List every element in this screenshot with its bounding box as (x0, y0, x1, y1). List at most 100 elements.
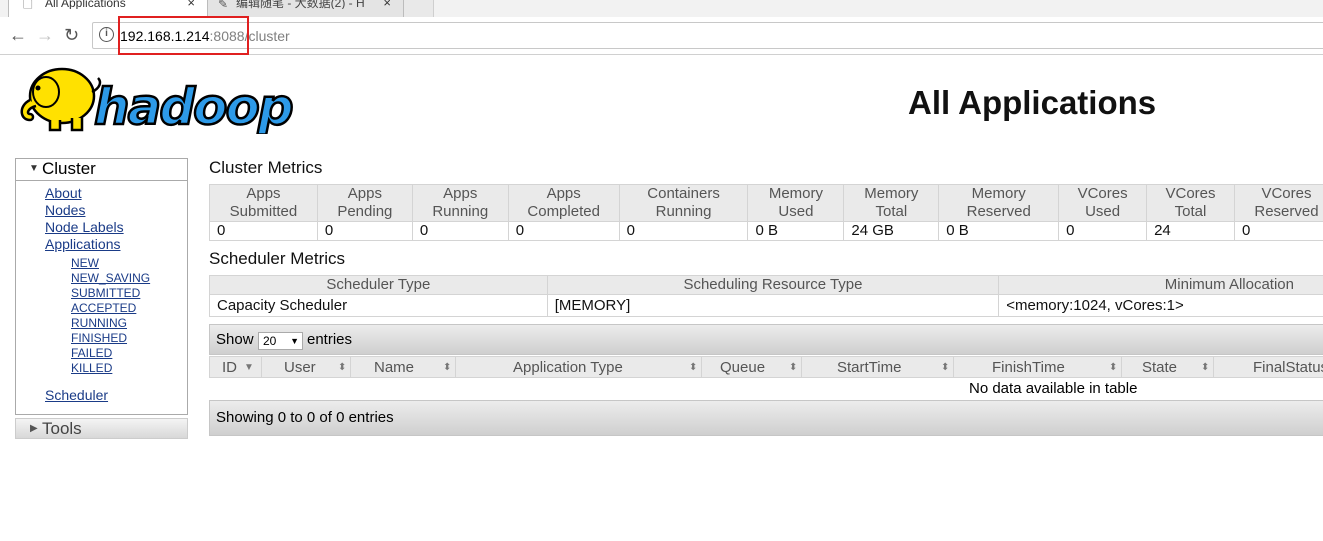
page-icon: 🗋 (23, 0, 33, 11)
info-icon[interactable]: i (99, 27, 114, 42)
sort-icon: ⬍ (689, 362, 698, 373)
sort-icon: ⬍ (941, 362, 950, 373)
metric-header: Apps Pending (316, 184, 413, 222)
sidebar-state-accepted[interactable]: ACCEPTED (71, 301, 136, 316)
tab-all-applications[interactable]: 🗋 All Applications × (8, 0, 208, 17)
caret-right-icon: ▶ (30, 423, 38, 434)
tab-blog-editor[interactable]: ✎ 编辑随笔 - 大数据(2) - H × (208, 0, 404, 17)
metric-header: Apps Completed (507, 184, 620, 222)
scheduler-header: Scheduling Resource Type (546, 275, 1000, 295)
cluster-metrics-table: Apps Submitted Apps Pending Apps Running Ap… (209, 184, 1323, 241)
table-info: Showing 0 to 0 of 0 entries (216, 409, 394, 426)
metric-value: 24 GB (843, 221, 940, 241)
dropdown-arrow-icon: ▼ (290, 336, 299, 346)
close-icon[interactable]: × (187, 0, 195, 9)
sort-icon: ⬍ (443, 362, 452, 373)
metric-value: 0 B (938, 221, 1060, 241)
column-header-id[interactable]: ID ▼ (210, 357, 262, 377)
column-header-user[interactable]: User ⬍ (262, 357, 351, 377)
sidebar-link-scheduler[interactable]: Scheduler (45, 387, 108, 404)
metric-value: 24 (1146, 221, 1235, 241)
scheduler-value: <memory:1024, vCores:1> (998, 294, 1323, 317)
tab-title: All Applications (45, 0, 126, 9)
browser-tabstrip: 🗋 All Applications × ✎ 编辑随笔 - 大数据(2) - H… (0, 0, 1323, 17)
metric-value: 0 (411, 221, 509, 241)
scheduler-metrics-table: Scheduler Type Scheduling Resource Type … (209, 275, 1323, 317)
sidebar-link-about[interactable]: About (45, 185, 82, 202)
column-header-application-type[interactable]: Application Type ⬍ (456, 357, 702, 377)
metric-header: Containers Running (618, 184, 749, 222)
hadoop-logo[interactable]: hadoop (16, 62, 316, 137)
column-header-queue[interactable]: Queue ⬍ (702, 357, 802, 377)
close-icon[interactable]: × (383, 0, 391, 9)
metric-value: 0 (209, 221, 318, 241)
datatable-info-bar: Showing 0 to 0 of 0 entries (209, 400, 1323, 436)
scheduler-header: Scheduler Type (209, 275, 548, 295)
forward-arrow-icon[interactable]: → (36, 25, 54, 45)
metric-value: 0 (1233, 221, 1323, 241)
sort-icon: ⬍ (1201, 362, 1210, 373)
sort-icon: ⬍ (1109, 362, 1118, 373)
table-row: 0 0 0 0 0 0 B 24 GB 0 B 0 24 0 (209, 221, 1323, 241)
scheduler-metrics-title: Scheduler Metrics (209, 249, 346, 268)
apps-table-header: ID ▼ User ⬍ Name ⬍ Application Type ⬍ Qu… (209, 356, 1323, 378)
sidebar-link-applications[interactable]: Applications (45, 236, 121, 253)
new-tab-button[interactable] (404, 0, 434, 17)
elephant-icon: hadoop (20, 67, 295, 137)
page-size-select[interactable]: 20 ▼ (258, 332, 303, 350)
metric-header: Memory Used (747, 184, 845, 222)
column-header-state[interactable]: State ⬍ (1122, 357, 1214, 377)
scheduler-header: Minimum Allocation (998, 275, 1323, 295)
metric-value: 0 (316, 221, 413, 241)
table-row: Capacity Scheduler [MEMORY] <memory:1024… (209, 294, 1323, 317)
sidebar-cluster-label: Cluster (42, 159, 96, 178)
show-label: Show (216, 331, 254, 348)
entries-label: entries (307, 331, 353, 348)
sidebar-cluster-header[interactable]: ▼ Cluster (16, 159, 187, 181)
caret-down-icon: ▼ (29, 163, 39, 174)
metric-value: 0 (1058, 221, 1148, 241)
svg-text:hadoop: hadoop (94, 78, 292, 134)
scheduler-value: Capacity Scheduler (209, 294, 548, 317)
page-title: All Applications (908, 84, 1157, 121)
metric-value: 0 (618, 221, 749, 241)
tab-title: 编辑随笔 - 大数据(2) - H (236, 0, 365, 9)
sidebar-tools-header[interactable]: ▶ Tools (15, 418, 188, 439)
empty-message: No data available in table (969, 380, 1138, 397)
reload-icon[interactable]: ↻ (64, 25, 79, 45)
table-header-row: Scheduler Type Scheduling Resource Type … (209, 275, 1323, 295)
sidebar-link-node-labels[interactable]: Node Labels (45, 219, 124, 236)
sidebar-state-finished[interactable]: FINISHED (71, 331, 127, 346)
page-size-value: 20 (263, 334, 277, 348)
sort-icon: ⬍ (338, 362, 347, 373)
sidebar-tools-label: Tools (42, 419, 82, 438)
metric-header: VCores Reserved (1233, 184, 1323, 222)
metric-header: Memory Reserved (938, 184, 1060, 222)
metric-header: Apps Submitted (209, 184, 318, 222)
sidebar-state-new[interactable]: NEW (71, 256, 99, 271)
sidebar-state-running[interactable]: RUNNING (71, 316, 127, 331)
sidebar-state-submitted[interactable]: SUBMITTED (71, 286, 140, 301)
sort-desc-icon: ▼ (244, 362, 254, 373)
sidebar-state-failed[interactable]: FAILED (71, 346, 112, 361)
metric-header: Memory Total (843, 184, 940, 222)
column-header-name[interactable]: Name ⬍ (351, 357, 456, 377)
address-bar[interactable]: i 192.168.1.214:8088/cluster (92, 22, 1323, 49)
metric-value: 0 B (747, 221, 845, 241)
sidebar-link-nodes[interactable]: Nodes (45, 202, 85, 219)
column-header-starttime[interactable]: StartTime ⬍ (802, 357, 954, 377)
annotation-highlight-box (118, 16, 249, 55)
table-header-row: Apps Submitted Apps Pending Apps Running Ap… (209, 184, 1323, 222)
sidebar-state-new-saving[interactable]: NEW_SAVING (71, 271, 150, 286)
sidebar-state-killed[interactable]: KILLED (71, 361, 112, 376)
datatable-length-bar: Show 20 ▼ entries (209, 324, 1323, 355)
column-header-finalstatus[interactable]: FinalStatus (1214, 357, 1323, 377)
metric-header: VCores Total (1146, 184, 1235, 222)
column-header-finishtime[interactable]: FinishTime ⬍ (954, 357, 1122, 377)
scheduler-value: [MEMORY] (546, 294, 1000, 317)
sort-icon: ⬍ (789, 362, 798, 373)
table-empty-row: No data available in table (209, 379, 1323, 399)
back-arrow-icon[interactable]: ← (9, 25, 27, 45)
metric-header: Apps Running (411, 184, 509, 222)
metric-header: VCores Used (1058, 184, 1148, 222)
